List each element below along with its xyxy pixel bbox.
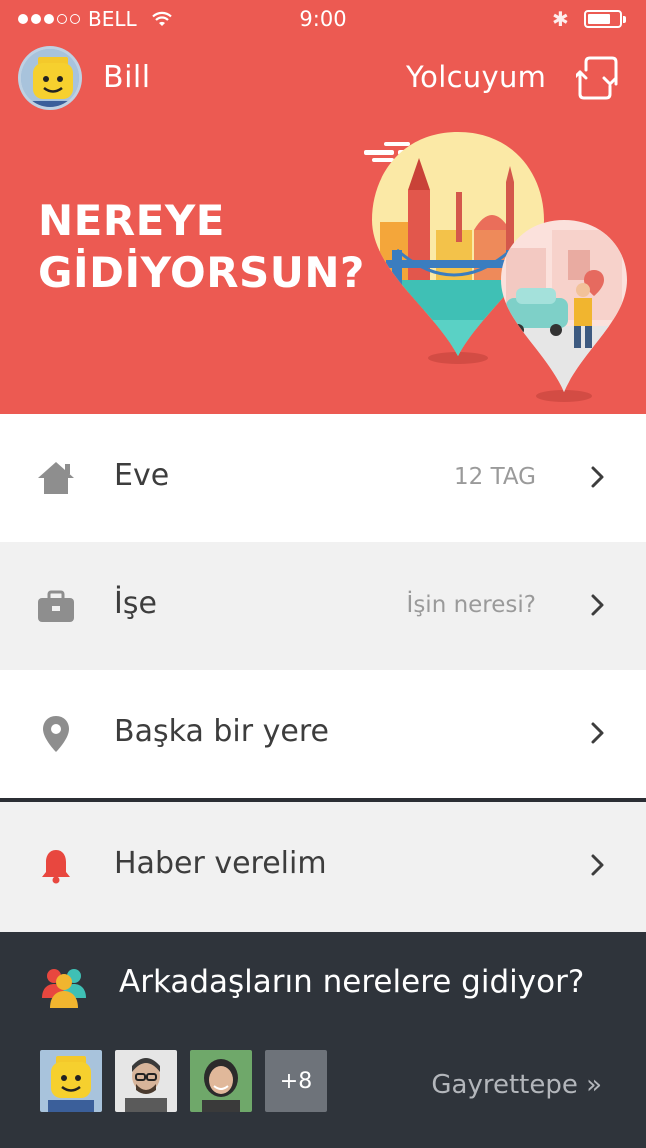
chevron-right-icon: [591, 854, 604, 876]
destination-label: Başka bir yere: [114, 714, 329, 749]
destination-label: Haber verelim: [114, 846, 327, 881]
lego-face-icon: [21, 49, 79, 107]
destination-label: Eve: [114, 458, 170, 493]
chevron-right-icon: [591, 466, 604, 488]
home-icon: [38, 462, 74, 494]
headline-line-1: NEREYE: [38, 196, 225, 245]
user-avatar[interactable]: [18, 46, 82, 110]
username: Bill: [103, 60, 151, 95]
destination-row-home[interactable]: Eve 12 TAG: [0, 414, 646, 542]
bluetooth-icon: ✱: [552, 7, 569, 31]
headline-line-2: GİDİYORSUN?: [38, 248, 365, 297]
friend-avatar[interactable]: [40, 1050, 102, 1112]
lego-face-icon: [40, 1050, 102, 1112]
friend-avatar[interactable]: [115, 1050, 177, 1112]
friend-avatar[interactable]: [190, 1050, 252, 1112]
destination-row-elsewhere[interactable]: Başka bir yere: [0, 670, 646, 798]
destination-meta: 12 TAG: [454, 464, 536, 490]
bell-icon: [42, 850, 70, 884]
city-illustration: [364, 132, 627, 402]
friends-title[interactable]: Arkadaşların nerelere gidiyor?: [119, 964, 584, 1000]
status-bar: BELL 9:00 ✱: [0, 0, 646, 40]
person-photo-icon: [190, 1050, 252, 1112]
friends-group-icon: [42, 969, 86, 1008]
destination-label: İşe: [114, 586, 157, 621]
destination-row-notify[interactable]: Haber verelim: [0, 802, 646, 932]
friends-section: Arkadaşların nerelere gidiyor? +8 Gayret…: [0, 932, 646, 1148]
battery-icon: [584, 10, 626, 28]
header: BELL 9:00 ✱ Bill Yolcuyum NEREYE GİDİYOR…: [0, 0, 646, 414]
page-title: NEREYE GİDİYORSUN?: [38, 195, 365, 299]
chevron-right-icon: [591, 594, 604, 616]
location-link[interactable]: Gayrettepe »: [431, 1070, 602, 1100]
location-pin-icon: [43, 716, 69, 752]
more-friends-button[interactable]: +8: [265, 1050, 327, 1112]
destination-meta: İşin neresi?: [406, 592, 536, 618]
person-photo-icon: [115, 1050, 177, 1112]
mode-label[interactable]: Yolcuyum: [406, 60, 546, 94]
clock: 9:00: [299, 7, 347, 31]
switch-mode-icon[interactable]: [576, 54, 620, 102]
destination-row-work[interactable]: İşe İşin neresi?: [0, 542, 646, 670]
briefcase-icon: [38, 590, 74, 622]
chevron-right-icon: [591, 722, 604, 744]
